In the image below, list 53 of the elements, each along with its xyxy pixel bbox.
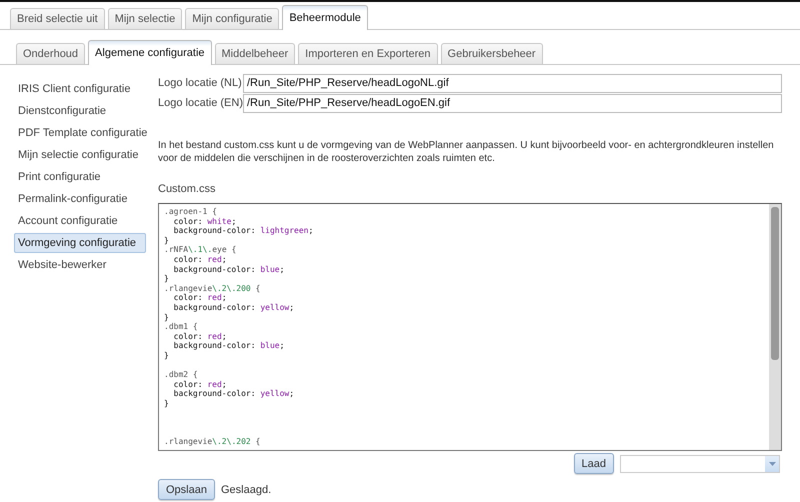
sidebar-item[interactable]: Permalink-configuratie bbox=[14, 189, 146, 209]
scrollbar[interactable] bbox=[769, 204, 781, 450]
tab[interactable]: Breid selectie uit bbox=[10, 8, 105, 29]
code-line: background-color: blue; bbox=[172, 264, 286, 274]
code-line: .rlangevie\.2\.202 { bbox=[164, 437, 262, 447]
field-label: Logo locatie (EN) bbox=[158, 97, 243, 109]
code-line: } bbox=[164, 236, 170, 246]
tab[interactable]: Mijn configuratie bbox=[185, 8, 280, 29]
tab[interactable]: Beheermodule bbox=[282, 5, 368, 30]
code-line: } bbox=[164, 398, 170, 408]
sidebar-item[interactable]: Mijn selectie configuratie bbox=[14, 145, 146, 165]
tab[interactable]: Algemene configuratie bbox=[88, 40, 212, 65]
tab[interactable]: Importeren en Exporteren bbox=[298, 43, 438, 64]
tab[interactable]: Onderhoud bbox=[16, 43, 86, 64]
sidebar-item[interactable]: Dienstconfiguratie bbox=[14, 101, 146, 121]
code-line: .rlangevie\.2\.200 { bbox=[164, 284, 262, 294]
sidebar-item[interactable]: Account configuratie bbox=[14, 211, 146, 231]
field-label: Logo locatie (NL) bbox=[158, 77, 243, 89]
tab[interactable]: Middelbeheer bbox=[214, 43, 296, 64]
sidebar-item[interactable]: Print configuratie bbox=[14, 167, 146, 187]
code-line: .dbm2 { bbox=[164, 370, 199, 380]
tab[interactable]: Mijn selectie bbox=[108, 8, 182, 29]
code-line: } bbox=[164, 312, 170, 322]
code-line: color: red; bbox=[172, 332, 228, 342]
tab[interactable]: Gebruikersbeheer bbox=[440, 43, 543, 64]
code-line: color: red; bbox=[172, 293, 228, 303]
scrollbar-thumb[interactable] bbox=[771, 207, 779, 360]
code-line: } bbox=[164, 274, 170, 284]
file-dropdown[interactable] bbox=[620, 454, 780, 472]
code-line: background-color: lightgreen; bbox=[172, 226, 314, 236]
code-line: .agroen-1 { bbox=[164, 207, 218, 217]
code-line: background-color: yellow; bbox=[172, 389, 296, 399]
text-field[interactable]: /Run_Site/PHP_Reserve/headLogoNL.gif bbox=[243, 74, 782, 92]
sidebar-item[interactable]: Vormgeving configuratie bbox=[14, 233, 146, 253]
dropdown-arrow-icon bbox=[768, 462, 776, 466]
code-line: color: white; bbox=[172, 216, 238, 226]
code-line: background-color: yellow; bbox=[172, 302, 296, 313]
code-line: } bbox=[164, 350, 170, 360]
sidebar-item[interactable]: PDF Template configuratie bbox=[14, 123, 146, 143]
code-line: .dbm1 { bbox=[164, 322, 199, 332]
code-line: color: red; bbox=[172, 380, 228, 390]
sidebar-item[interactable]: IRIS Client configuratie bbox=[14, 79, 146, 99]
code-line: .rNFA\.1\.eye { bbox=[164, 245, 238, 255]
description-text: In het bestand custom.css kunt u de vormgeving van de WebPlanner aanpassen. U kunt bijvoorbeeld voor- en achtergrondkleuren instellen voor de middelen die verschijnen in de roosteroverzichten zoals ruimten etc. bbox=[158, 139, 775, 165]
code-editor[interactable] bbox=[158, 203, 782, 451]
code-line: color: red; bbox=[172, 254, 228, 265]
text-field[interactable]: /Run_Site/PHP_Reserve/headLogoEN.gif bbox=[243, 94, 782, 112]
save-button[interactable]: Opslaan bbox=[158, 479, 215, 500]
editor-label: Custom.css bbox=[158, 183, 216, 195]
status-text: Geslaagd. bbox=[220, 484, 272, 496]
sidebar-item[interactable]: Website-bewerker bbox=[14, 255, 146, 275]
load-button[interactable]: Laad bbox=[574, 453, 614, 474]
code-line: background-color: blue; bbox=[172, 341, 286, 351]
